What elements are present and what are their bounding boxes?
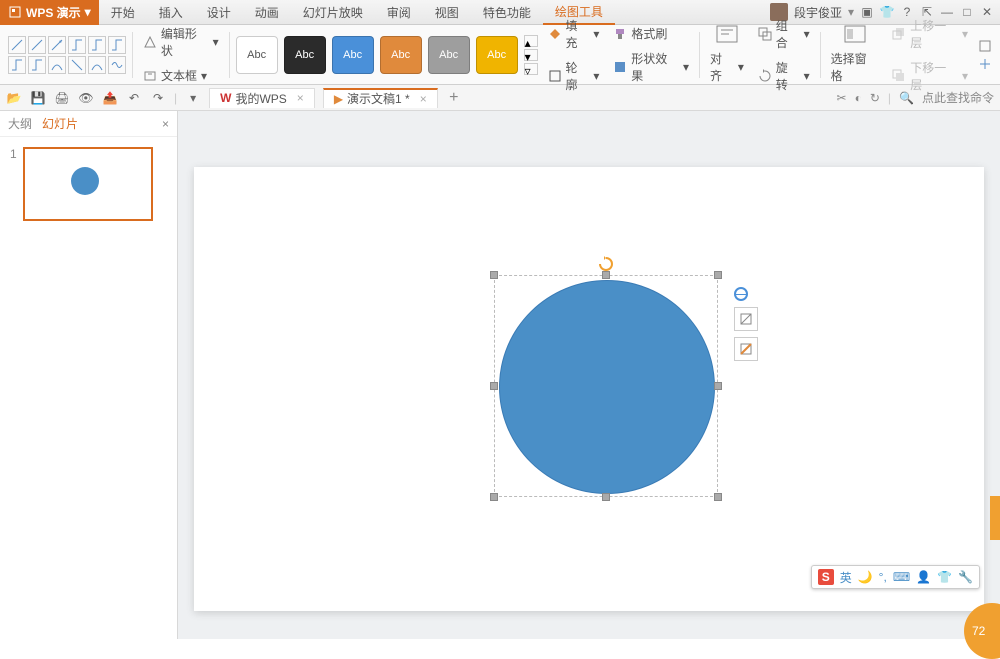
print-icon[interactable]: 🖨 [54, 90, 70, 106]
close-icon[interactable]: ✕ [980, 5, 994, 19]
style-preset-3[interactable]: Abc [332, 36, 374, 74]
line-shapes-gallery[interactable] [8, 36, 126, 74]
app-logo: WPS 演示 ▾ [0, 0, 99, 25]
shape-effect-button[interactable]: 形状效果 ▾ [609, 48, 693, 86]
resize-handle[interactable] [490, 271, 498, 279]
ime-punct-icon[interactable]: °, [879, 570, 887, 584]
tab-slideshow[interactable]: 幻灯片放映 [291, 0, 375, 25]
search-command[interactable]: 点此查找命令 [922, 89, 994, 106]
align-icon [715, 24, 739, 44]
ime-skin-icon[interactable]: 👕 [937, 570, 952, 584]
bring-forward-button: 上移一层 ▾ [888, 15, 972, 53]
style-preset-1[interactable]: Abc [236, 36, 278, 74]
outline-tab[interactable]: 大纲 [8, 115, 32, 132]
preview-icon[interactable]: 👁 [78, 90, 94, 106]
side-panel: 大纲 幻灯片 × 1 [0, 111, 178, 639]
redo-icon[interactable]: ↷ [150, 90, 166, 106]
resize-handle[interactable] [490, 382, 498, 390]
tab-insert[interactable]: 插入 [147, 0, 195, 25]
group-button[interactable]: 组合 ▾ [754, 15, 814, 53]
resize-handle[interactable] [490, 493, 498, 501]
circle-shape[interactable] [499, 280, 715, 494]
side-handle[interactable] [990, 496, 1000, 540]
resize-handle[interactable] [602, 271, 610, 279]
selection-box[interactable] [494, 275, 718, 497]
style-preset-2[interactable]: Abc [284, 36, 326, 74]
ime-bar[interactable]: S 英 🌙 °, ⌨ 👤 👕 🔧 [811, 565, 980, 589]
ime-settings-icon[interactable]: 🔧 [958, 570, 973, 584]
search-icon[interactable]: 🔍 [899, 91, 914, 105]
tab-view[interactable]: 视图 [423, 0, 471, 25]
ime-moon-icon[interactable]: 🌙 [858, 570, 873, 584]
align-button[interactable]: 对齐 ▾ [706, 48, 748, 86]
collapse-icon[interactable]: — [734, 287, 748, 301]
home-icon[interactable]: ▾ [185, 90, 201, 106]
tab-animation[interactable]: 动画 [243, 0, 291, 25]
ribbon-extra[interactable] [978, 39, 992, 71]
fill-button[interactable]: 填充 ▾ [544, 15, 604, 53]
edit-shape-button[interactable]: 编辑形状 ▾ [139, 23, 223, 61]
format-painter-button[interactable]: 格式刷 [609, 23, 693, 44]
tool-icon-1[interactable]: ✂ [837, 91, 847, 105]
ribbon: 编辑形状 ▾ 文本框 ▾ Abc Abc Abc Abc Abc Abc ▴▾▿… [0, 25, 1000, 85]
slides-tab[interactable]: 幻灯片 [42, 115, 78, 132]
canvas-area[interactable]: — [178, 111, 1000, 639]
style-scroll[interactable]: ▴▾▿ [524, 35, 538, 75]
slide-number: 1 [10, 147, 17, 221]
resize-handle[interactable] [602, 493, 610, 501]
resize-handle[interactable] [714, 493, 722, 501]
app-name: WPS 演示 [26, 4, 81, 21]
slide-canvas[interactable]: — [194, 167, 984, 611]
export-icon[interactable]: 📤 [102, 90, 118, 106]
sogou-icon[interactable]: S [818, 569, 834, 585]
doctab-presentation[interactable]: ▶演示文稿1 *× [323, 88, 438, 108]
rotate-handle[interactable] [598, 256, 614, 272]
shape-styles-gallery[interactable]: Abc Abc Abc Abc Abc Abc [236, 36, 518, 74]
save-icon[interactable]: 💾 [30, 90, 46, 106]
undo-icon[interactable]: ↶ [126, 90, 142, 106]
float-btn-1[interactable] [734, 307, 758, 331]
tab-special[interactable]: 特色功能 [471, 0, 543, 25]
tab-design[interactable]: 设计 [195, 0, 243, 25]
style-preset-5[interactable]: Abc [428, 36, 470, 74]
tab-review[interactable]: 审阅 [375, 0, 423, 25]
menu-tabs: 开始 插入 设计 动画 幻灯片放映 审阅 视图 特色功能 绘图工具 [99, 0, 770, 25]
tab-start[interactable]: 开始 [99, 0, 147, 25]
textbox-button[interactable]: 文本框 ▾ [139, 65, 223, 86]
slide-thumbnail-1[interactable] [23, 147, 153, 221]
ime-user-icon[interactable]: 👤 [916, 570, 931, 584]
tool-icon-2[interactable]: ◐ [855, 91, 862, 105]
outline-button[interactable]: 轮廓 ▾ [544, 57, 604, 95]
tool-icon-3[interactable]: ↻ [870, 91, 880, 105]
float-btn-2[interactable] [734, 337, 758, 361]
close-tab-icon[interactable]: × [420, 92, 427, 106]
open-icon[interactable]: 📂 [6, 90, 22, 106]
close-tab-icon[interactable]: × [297, 91, 304, 105]
resize-handle[interactable] [714, 382, 722, 390]
doctab-mywps[interactable]: W我的WPS× [209, 88, 315, 108]
close-panel-icon[interactable]: × [162, 117, 169, 131]
rotate-button[interactable]: 旋转 ▾ [754, 57, 814, 95]
select-pane-icon [843, 24, 867, 44]
skin-icon[interactable]: ▣ [860, 5, 874, 19]
ime-lang[interactable]: 英 [840, 569, 852, 586]
style-preset-4[interactable]: Abc [380, 36, 422, 74]
new-tab-icon[interactable]: + [446, 90, 462, 106]
style-preset-6[interactable]: Abc [476, 36, 518, 74]
resize-handle[interactable] [714, 271, 722, 279]
ime-keyboard-icon[interactable]: ⌨ [893, 570, 910, 584]
select-pane-button[interactable]: 选择窗格 [827, 48, 883, 86]
